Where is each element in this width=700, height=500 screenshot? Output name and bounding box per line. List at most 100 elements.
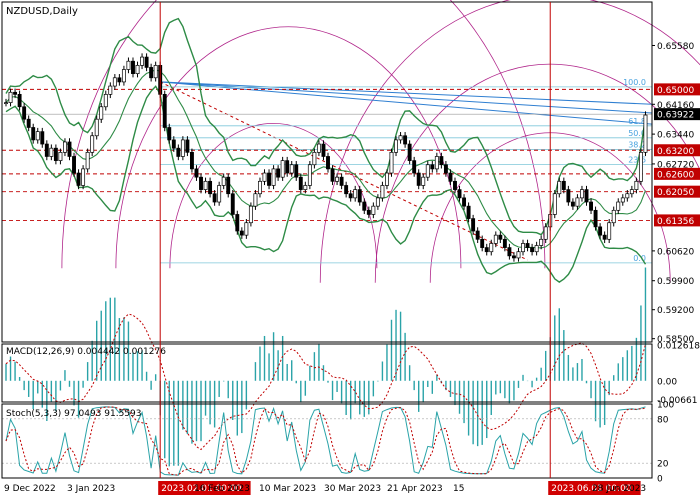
candle-body bbox=[462, 197, 467, 207]
candle-body bbox=[403, 135, 408, 145]
candle-body bbox=[489, 243, 494, 253]
candle-body bbox=[153, 65, 158, 79]
candle-body bbox=[375, 197, 380, 207]
candle-body bbox=[26, 118, 31, 128]
candle-body bbox=[303, 185, 308, 190]
fibo-level-label: 61.8 bbox=[628, 117, 646, 126]
candle-body bbox=[344, 185, 349, 195]
candle-body bbox=[135, 65, 140, 74]
candle-body bbox=[180, 139, 185, 157]
candle-body bbox=[262, 172, 267, 182]
candle-body bbox=[539, 238, 544, 246]
candle-body bbox=[285, 160, 290, 174]
candle-body bbox=[421, 176, 426, 186]
x-tick-label: 15 bbox=[453, 484, 464, 494]
candle-body bbox=[575, 197, 580, 207]
candle-body bbox=[466, 205, 471, 219]
candle-body bbox=[103, 94, 108, 108]
candle-body bbox=[112, 77, 117, 87]
candle-body bbox=[49, 147, 54, 157]
candle-body bbox=[235, 214, 240, 232]
candle-body bbox=[316, 143, 321, 153]
candle-body bbox=[144, 56, 149, 68]
candle-body bbox=[253, 193, 258, 207]
candle-body bbox=[171, 139, 176, 149]
price-tag-label: 0.63200 bbox=[657, 147, 694, 157]
candle-body bbox=[167, 127, 172, 141]
candle-body bbox=[22, 106, 27, 120]
stoch-tick-label: 0 bbox=[657, 475, 663, 485]
candle-body bbox=[625, 193, 630, 199]
candle-body bbox=[267, 172, 271, 186]
y-tick-label: 0.65580 bbox=[657, 42, 694, 52]
candle-body bbox=[611, 209, 616, 224]
chart-title: NZDUSD,Daily bbox=[6, 6, 78, 17]
stoch-title: Stoch(5,3,3) 97.0493 91.5593 bbox=[6, 409, 141, 419]
candle-body bbox=[199, 176, 203, 190]
candle-body bbox=[149, 67, 154, 79]
candle-body bbox=[570, 201, 575, 207]
candle-body bbox=[217, 185, 222, 203]
candle-body bbox=[58, 151, 63, 161]
candle-body bbox=[580, 189, 584, 199]
candle-body bbox=[248, 205, 253, 224]
candle-body bbox=[566, 189, 571, 203]
candle-body bbox=[434, 156, 439, 170]
candle-body bbox=[307, 164, 312, 186]
fibo-level-label: 38.2 bbox=[628, 140, 646, 149]
candle-body bbox=[398, 135, 403, 141]
candle-body bbox=[407, 143, 412, 161]
candle-body bbox=[90, 135, 95, 153]
candle-body bbox=[643, 114, 648, 153]
candle-body bbox=[353, 189, 358, 199]
candle-body bbox=[593, 209, 598, 228]
x-tick-label: 30 Mar 2023 bbox=[324, 484, 381, 494]
candle-body bbox=[448, 172, 453, 182]
candle-body bbox=[598, 226, 603, 236]
candle-body bbox=[4, 102, 8, 104]
macd-title: MACD(12,26,9) 0.004442 0.001276 bbox=[6, 347, 166, 357]
candle-body bbox=[557, 180, 562, 195]
x-tick-label: 16 Feb 2023 bbox=[194, 484, 250, 494]
candle-body bbox=[525, 243, 530, 248]
candle-body bbox=[8, 91, 13, 103]
candle-body bbox=[81, 168, 86, 186]
candle-body bbox=[312, 151, 317, 166]
candle-body bbox=[362, 201, 367, 211]
price-tag-label: 0.65000 bbox=[657, 86, 694, 96]
candle-body bbox=[35, 131, 40, 141]
candle-body bbox=[552, 193, 557, 215]
candle-body bbox=[394, 139, 398, 153]
candle-body bbox=[425, 164, 430, 178]
stoch-tick-label: 100 bbox=[657, 401, 674, 411]
candle-body bbox=[321, 143, 326, 157]
macd-tick-label: 0.00 bbox=[657, 377, 677, 387]
candle-body bbox=[203, 180, 208, 190]
candle-body bbox=[230, 193, 235, 215]
candle-body bbox=[226, 176, 231, 195]
candle-body bbox=[521, 243, 525, 253]
candle-body bbox=[389, 151, 394, 174]
candle-body bbox=[221, 176, 226, 186]
candle-body bbox=[561, 180, 566, 190]
candle-body bbox=[457, 189, 462, 199]
candle-body bbox=[40, 131, 45, 145]
candle-body bbox=[475, 230, 480, 240]
candle-body bbox=[484, 247, 489, 253]
candle-body bbox=[385, 172, 389, 186]
y-tick-label: 0.59900 bbox=[657, 277, 694, 287]
candle-body bbox=[44, 143, 49, 157]
candle-body bbox=[126, 60, 131, 70]
candle-body bbox=[511, 255, 516, 259]
price-tag-label: 0.63922 bbox=[657, 111, 694, 121]
chart: 100.061.850.038.223.60.0 2023.02.01 00:0… bbox=[0, 0, 700, 500]
candle-body bbox=[502, 238, 507, 248]
candle-body bbox=[471, 218, 476, 232]
candle-body bbox=[607, 222, 612, 240]
candle-body bbox=[13, 91, 18, 95]
candle-body bbox=[493, 234, 498, 244]
candle-body bbox=[412, 160, 417, 174]
x-tick-label: 10 Mar 2023 bbox=[259, 484, 316, 494]
candle-body bbox=[76, 172, 81, 186]
candle-body bbox=[244, 222, 249, 236]
